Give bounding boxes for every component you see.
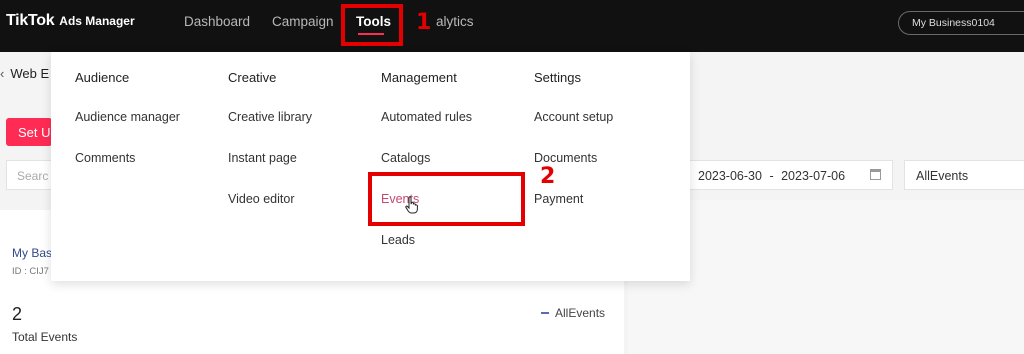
annotation-box-events (368, 172, 525, 226)
menu-item-catalogs[interactable]: Catalogs (381, 150, 472, 166)
setup-button[interactable]: Set U (6, 118, 52, 146)
menu-column-creative: Creative Creative library Instant page V… (228, 70, 312, 232)
total-events-label: Total Events (12, 330, 78, 344)
menu-heading-management: Management (381, 70, 457, 85)
date-separator: - (769, 169, 774, 183)
menu-heading-creative: Creative (228, 70, 277, 85)
business-account-button[interactable]: My Business0104 (898, 11, 1024, 35)
legend-line-icon (541, 312, 549, 314)
stats-card (0, 280, 624, 354)
nav-dashboard[interactable]: Dashboard (184, 14, 250, 29)
date-range-picker[interactable]: 2023-06-30 - 2023-07-06 (686, 160, 893, 190)
date-start: 2023-06-30 (698, 169, 762, 183)
chart-legend[interactable]: AllEvents (541, 306, 605, 320)
menu-item-creative-library[interactable]: Creative library (228, 109, 312, 125)
menu-item-leads[interactable]: Leads (381, 232, 472, 248)
date-end: 2023-07-06 (781, 169, 846, 183)
search-input[interactable]: Searc (6, 160, 52, 190)
logo-subtext: Ads Manager (59, 14, 135, 28)
menu-item-account-setup[interactable]: Account setup (534, 109, 613, 125)
annotation-number-2: 2 (540, 164, 556, 189)
back-chevron-icon[interactable]: ‹ (0, 66, 4, 81)
menu-item-automated-rules[interactable]: Automated rules (381, 109, 472, 125)
nav-campaign[interactable]: Campaign (272, 14, 334, 29)
logo-text: TikTok (6, 12, 55, 29)
total-events-count: 2 (12, 304, 23, 324)
top-navigation-bar: TikTok Ads Manager Dashboard Campaign To… (0, 0, 1024, 52)
menu-column-settings: Settings Account setup Documents Payment (534, 70, 613, 232)
legend-label: AllEvents (555, 306, 606, 320)
calendar-icon[interactable] (870, 169, 881, 180)
menu-item-instant-page[interactable]: Instant page (228, 150, 312, 166)
menu-heading-audience: Audience (75, 70, 130, 85)
menu-heading-settings: Settings (534, 70, 581, 85)
business-name-link[interactable]: My Bas (12, 246, 52, 260)
menu-item-comments[interactable]: Comments (75, 150, 180, 166)
page-header: ‹ Web E (0, 66, 49, 81)
menu-item-video-editor[interactable]: Video editor (228, 191, 312, 207)
business-id: ID : CIJ7 (12, 266, 49, 277)
tiktok-ads-manager-logo[interactable]: TikTok Ads Manager (6, 12, 135, 30)
menu-column-audience: Audience Audience manager Comments (75, 70, 180, 191)
tools-dropdown-menu: Audience Audience manager Comments Creat… (51, 52, 690, 281)
annotation-number-1: 1 (416, 10, 432, 35)
menu-item-payment[interactable]: Payment (534, 191, 613, 207)
nav-analytics[interactable]: alytics (436, 14, 474, 29)
annotation-box-tools (341, 4, 403, 46)
event-filter-select[interactable]: AllEvents (904, 160, 1024, 190)
menu-item-audience-manager[interactable]: Audience manager (75, 109, 180, 125)
page-title: Web E (10, 66, 50, 81)
